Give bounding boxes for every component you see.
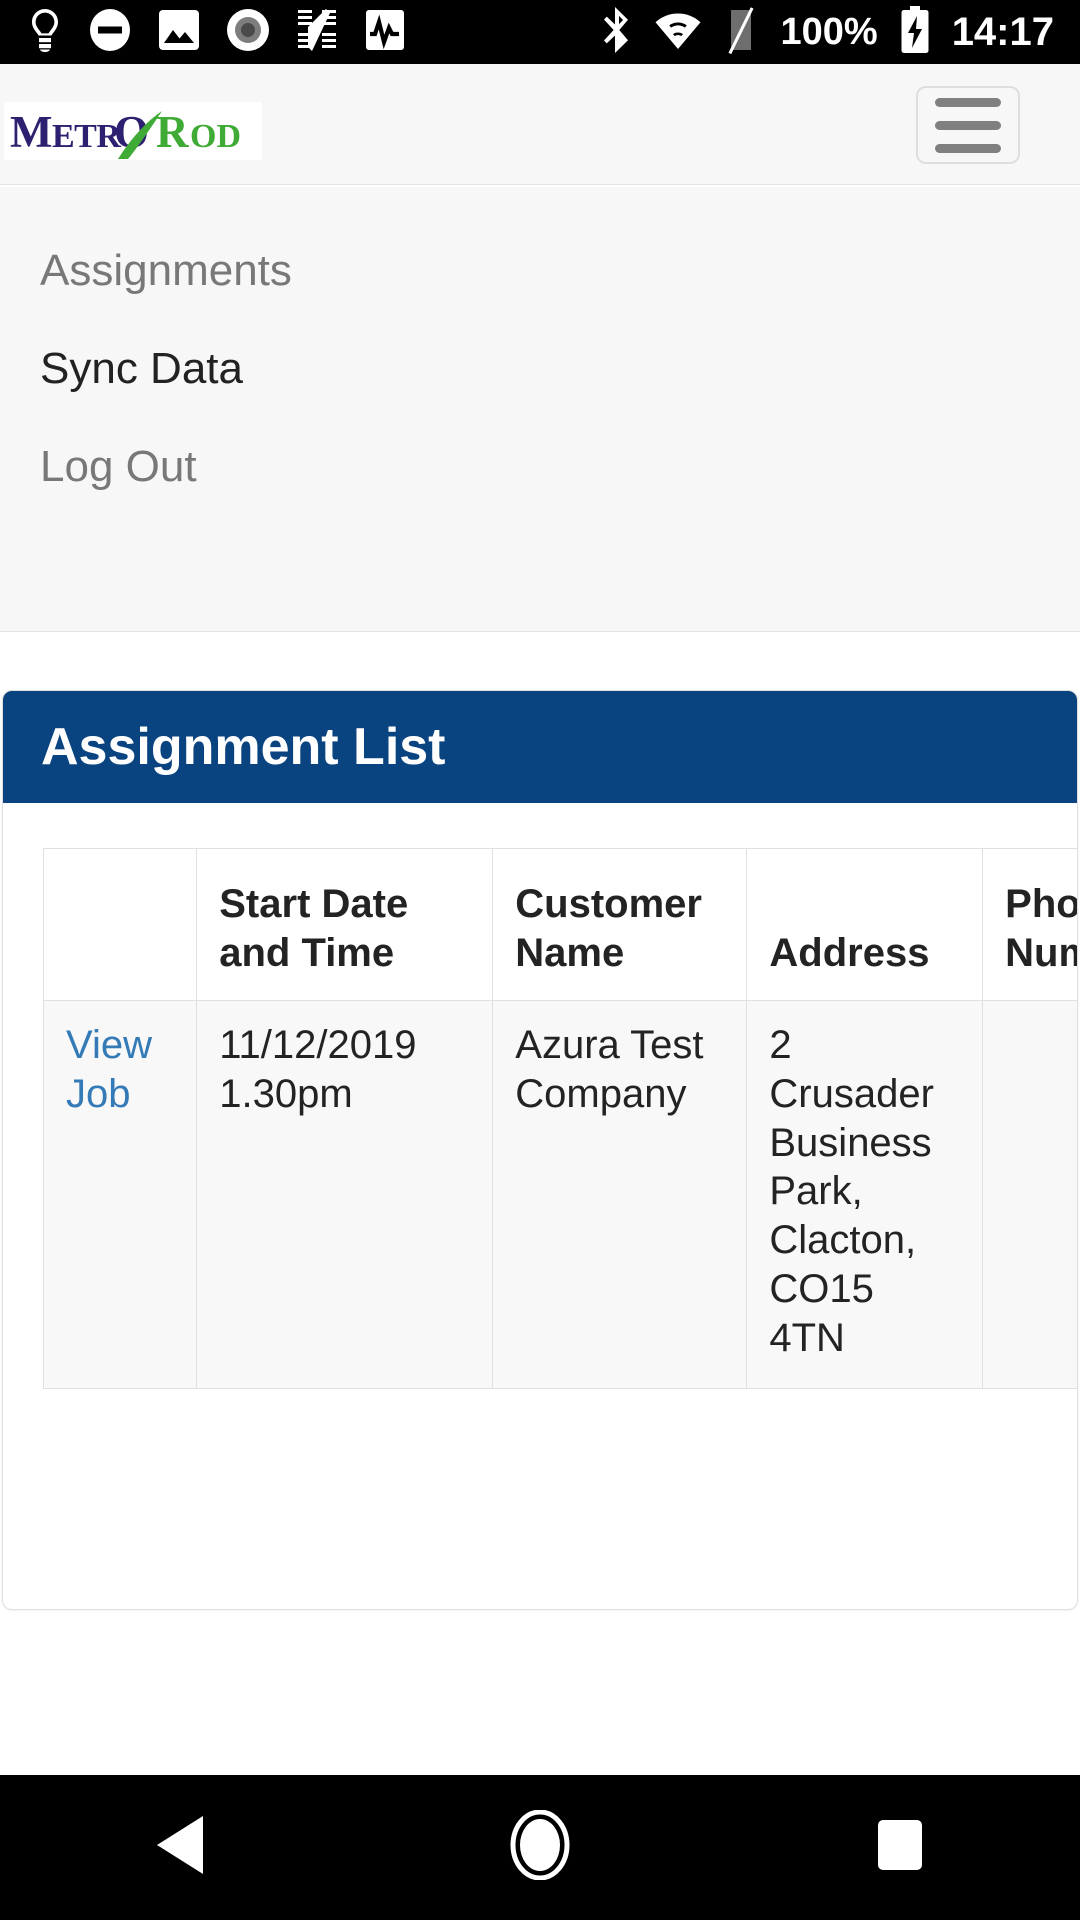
image-icon <box>158 9 200 56</box>
assignment-list-body: Start Date and Time Customer Name Addres… <box>3 803 1077 1389</box>
table-row: View Job 11/12/2019 1.30pm Azura Test Co… <box>42 1000 1077 1389</box>
cell-start-date-and-time: 11/12/2019 1.30pm <box>196 1000 494 1389</box>
back-triangle-icon <box>153 1814 207 1881</box>
hamburger-menu-button[interactable] <box>916 86 1020 164</box>
status-bar: 100% 14:17 <box>0 0 1080 64</box>
page-title: Assignment List <box>41 718 446 776</box>
nav-item-log-out[interactable]: Log Out <box>40 445 197 489</box>
recents-button[interactable] <box>810 1775 990 1920</box>
svg-text:OD: OD <box>190 118 241 155</box>
hamburger-bar-1 <box>935 97 1001 107</box>
svg-text:M: M <box>10 107 52 157</box>
wifi-icon <box>654 10 702 55</box>
no-sim-icon <box>724 6 758 59</box>
status-bar-clock: 14:17 <box>951 10 1054 54</box>
column-header-customer-name: Customer Name <box>492 848 748 1001</box>
screenshot-icon <box>296 7 338 58</box>
nav-item-assignments[interactable]: Assignments <box>40 249 292 293</box>
column-header-start-date-and-time: Start Date and Time <box>196 848 494 1001</box>
assignment-list-header: Assignment List <box>3 691 1077 803</box>
nav-menu-panel: Assignments Sync Data Log Out <box>0 187 1080 632</box>
nav-item-sync-data[interactable]: Sync Data <box>40 347 243 391</box>
hamburger-bar-3 <box>935 143 1001 153</box>
phone-screen: 100% 14:17 M ETR O R OD Assignments Sync… <box>0 0 1080 1920</box>
bluetooth-icon <box>602 6 632 58</box>
svg-text:ETR: ETR <box>52 118 121 155</box>
hamburger-bar-2 <box>935 120 1001 130</box>
system-navigation-bar <box>0 1775 1080 1920</box>
column-header-action <box>42 848 198 1001</box>
table-header-row: Start Date and Time Customer Name Addres… <box>42 848 1077 1001</box>
lightbulb-icon <box>28 8 62 57</box>
recents-square-icon <box>876 1818 924 1877</box>
activity-pulse-icon <box>364 8 406 57</box>
assignment-list-card: Assignment List Start Date and Time Cust… <box>2 690 1078 1610</box>
view-job-link[interactable]: View Job <box>66 1023 152 1116</box>
battery-percent: 100% <box>780 11 878 53</box>
back-button[interactable] <box>90 1775 270 1920</box>
svg-text:R: R <box>156 107 189 157</box>
column-header-phone-number: Phone Number <box>982 848 1077 1001</box>
assignment-table-body: View Job 11/12/2019 1.30pm Azura Test Co… <box>42 1000 1077 1389</box>
home-button[interactable] <box>450 1775 630 1920</box>
cell-action: View Job <box>42 1000 198 1389</box>
cell-customer-name: Azura Test Company <box>492 1000 748 1389</box>
assignment-table-head: Start Date and Time Customer Name Addres… <box>42 848 1077 1001</box>
app-header: M ETR O R OD <box>0 64 1080 185</box>
column-header-address: Address <box>746 848 984 1001</box>
do-not-disturb-icon <box>88 8 132 57</box>
cell-phone-number <box>982 1000 1077 1389</box>
status-bar-right-icons: 100% 14:17 <box>602 5 1080 59</box>
record-dot-icon <box>226 8 270 57</box>
home-circle-icon <box>510 1809 570 1885</box>
metro-rod-logo[interactable]: M ETR O R OD <box>4 102 262 160</box>
cell-address: 2 Crusader Business Park, Clacton, CO15 … <box>746 1000 984 1389</box>
battery-charging-icon <box>900 5 930 59</box>
assignment-table: Start Date and Time Customer Name Addres… <box>42 848 1077 1389</box>
metro-rod-logo-graphic: M ETR O R OD <box>10 107 241 159</box>
status-bar-left-icons <box>0 7 406 58</box>
